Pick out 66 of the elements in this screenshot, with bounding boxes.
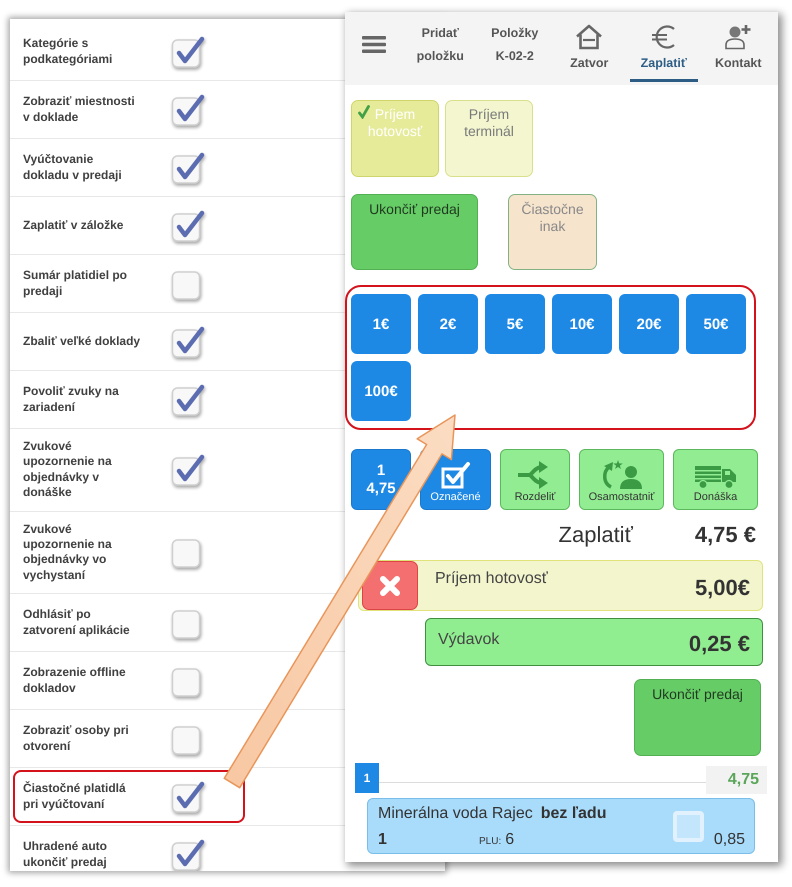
option-label: Zobrazenie offline dokladov: [23, 665, 127, 696]
remove-button[interactable]: [362, 561, 418, 610]
bill-button[interactable]: 10€: [552, 294, 612, 354]
check-icon: [358, 105, 370, 119]
checkbox[interactable]: [171, 152, 205, 184]
plu-label: PLU: 6: [479, 831, 514, 849]
change-label: Výdavok: [438, 631, 500, 649]
option-label: Zobraziť miestnosti v doklade: [23, 94, 136, 125]
finish-sale-button[interactable]: Ukončiť predaj: [351, 194, 478, 270]
option-label: Vyúčtovanie dokladu v predaji: [23, 152, 123, 183]
checkbox[interactable]: [171, 454, 205, 486]
delivery-button[interactable]: Donáška: [673, 449, 758, 510]
checkbox[interactable]: [171, 36, 205, 68]
item-checkbox[interactable]: [672, 811, 704, 842]
finish-sale-button[interactable]: Ukončiť predaj: [634, 679, 761, 756]
option-label: Povoliť zvuky na zariadení: [23, 384, 120, 415]
checkbox[interactable]: [171, 210, 205, 242]
change-amount: 0,25 €: [688, 631, 751, 657]
tab[interactable]: Zatvor: [552, 12, 626, 85]
truck-icon: [694, 463, 736, 489]
checkbox-icon: [440, 461, 470, 489]
checkbox[interactable]: [171, 326, 205, 358]
option-label: Zobraziť osoby pri otvorení: [23, 723, 130, 754]
total-label: Zaplatiť: [558, 522, 633, 548]
total-amount: 4,75 €: [694, 522, 756, 548]
split-button[interactable]: Rozdeliť: [500, 449, 570, 510]
option-label: Sumár platidiel po predaji: [23, 268, 128, 299]
house-icon: [575, 24, 604, 50]
menu-icon[interactable]: [362, 36, 386, 53]
item-note: bez ľadu: [540, 804, 606, 823]
tab[interactable]: Zaplatiť: [626, 12, 701, 85]
payment-method-button[interactable]: Príjem terminál: [445, 100, 533, 177]
checkbox[interactable]: [171, 780, 205, 813]
item-card[interactable]: Minerálna voda Rajec bez ľadu 1 PLU: 6 0,85: [367, 798, 755, 854]
checkbox[interactable]: [171, 384, 205, 416]
item-price: 0,85: [714, 831, 745, 849]
partial-payment-button[interactable]: Čiastočne inak: [508, 194, 597, 270]
tab[interactable]: Pridať položku: [403, 12, 478, 85]
option-label: Čiastočné platidlá pri vyúčtovaní: [23, 781, 127, 812]
item-name: Minerálna voda Rajec: [378, 804, 533, 823]
option-label: Zvukové upozornenie na objednávky vo vychystaní: [23, 522, 113, 584]
option-label: Uhradené auto ukončiť predaj: [23, 839, 108, 870]
group-total: 4,75: [706, 766, 767, 794]
option-label: Zbaliť veľké doklady: [23, 334, 141, 350]
person-star-icon: [600, 459, 642, 489]
option-label: Odhlásiť po zatvorení aplikácie: [23, 607, 131, 638]
option-label: Kategórie s podkategóriami: [23, 36, 114, 67]
payment-label: Príjem hotovosť: [435, 570, 548, 588]
checkbox[interactable]: [171, 838, 205, 871]
bill-button[interactable]: 100€: [351, 361, 411, 421]
separate-button[interactable]: Osamostatniť: [579, 449, 664, 510]
tab[interactable]: Položky K-02-2: [478, 12, 552, 85]
person-add-icon: [724, 24, 752, 50]
bill-button[interactable]: 50€: [686, 294, 746, 354]
bill-button[interactable]: 20€: [619, 294, 679, 354]
bill-button[interactable]: 5€: [485, 294, 545, 354]
payment-amount: 5,00€: [694, 574, 751, 600]
bill-button[interactable]: 2€: [418, 294, 478, 354]
group-number: 1: [355, 763, 379, 793]
tab[interactable]: Kontakt: [701, 12, 776, 85]
option-label: Zvukové upozornenie na objednávky v donáške: [23, 439, 113, 501]
x-icon: [379, 574, 401, 596]
item-quantity: 1: [378, 831, 388, 849]
checkbox[interactable]: [171, 94, 205, 126]
option-label: Zaplatiť v záložke: [23, 218, 124, 234]
bill-button[interactable]: 1€: [351, 294, 411, 354]
